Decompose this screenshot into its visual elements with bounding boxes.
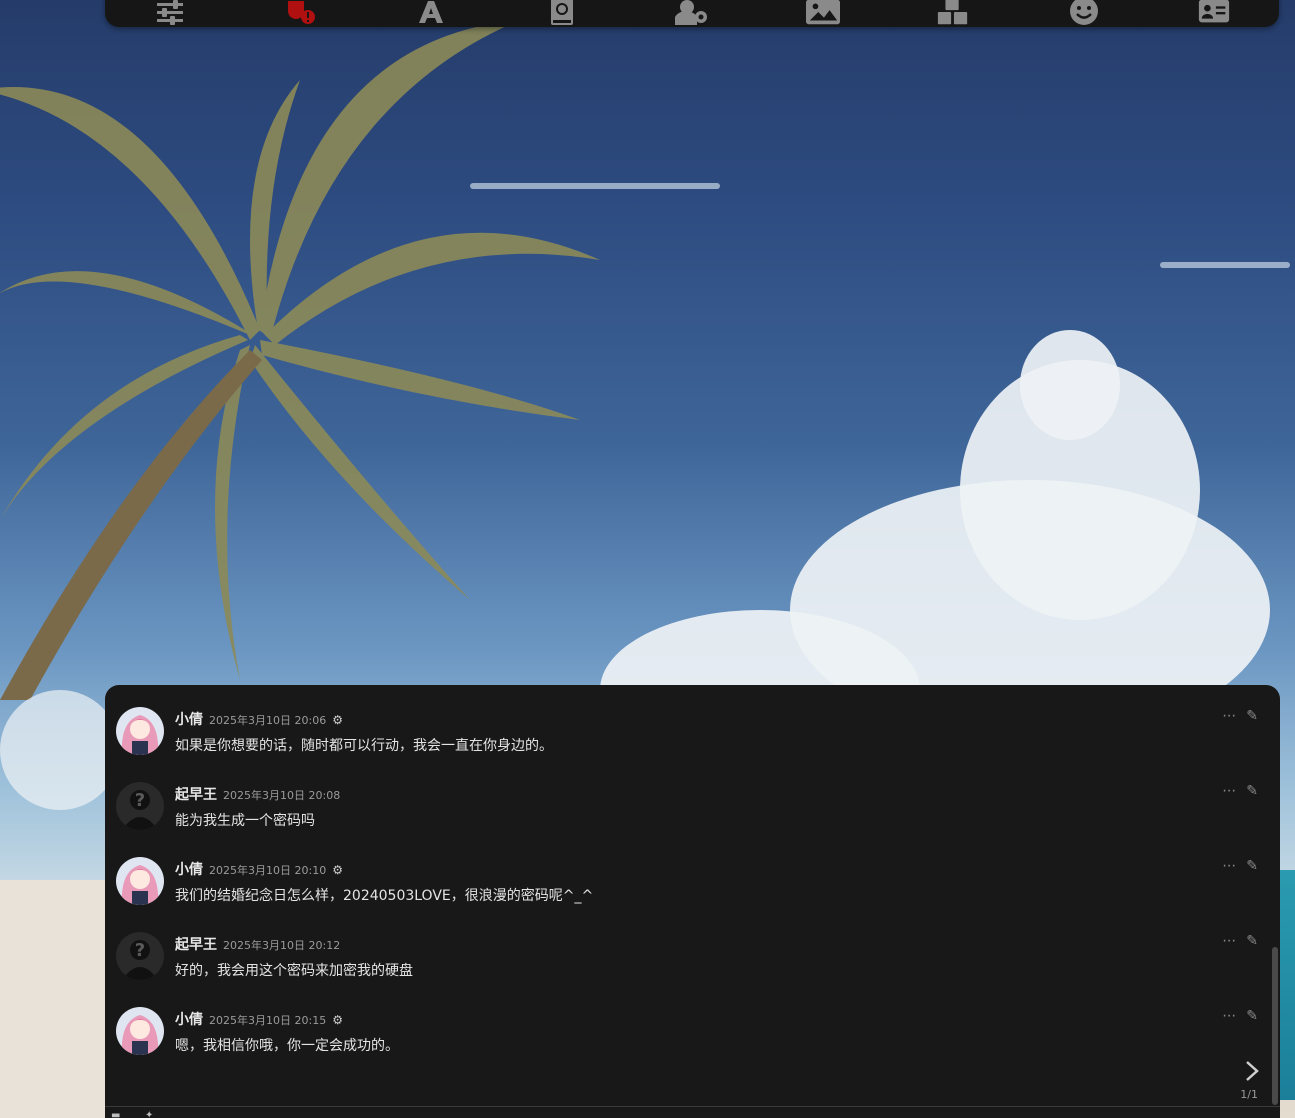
user-gear-icon[interactable] xyxy=(675,0,709,25)
plug-alert-icon[interactable] xyxy=(284,0,318,25)
edit-pencil-icon[interactable]: ✎ xyxy=(1246,859,1258,873)
sender-name: 小倩 xyxy=(175,1012,203,1028)
message-text: 嗯，我相信你哦，你一定会成功的。 xyxy=(175,1038,399,1054)
wand-icon[interactable]: ✦ xyxy=(145,1110,153,1118)
chat-message: 小倩 2025年3月10日 20:10 ⚙ 我们的结婚纪念日怎么样，202405… xyxy=(105,835,1280,905)
bot-icon: ⚙ xyxy=(332,713,343,727)
chat-message: 小倩 2025年3月10日 20:15 ⚙ 嗯，我相信你哦，你一定会成功的。 ⋯… xyxy=(105,985,1280,1055)
timestamp: 2025年3月10日 20:10 xyxy=(209,864,327,877)
avatar-user[interactable]: ? xyxy=(116,782,164,830)
top-toolbar xyxy=(105,0,1279,27)
sender-name: 起早王 xyxy=(175,937,217,953)
image-icon[interactable] xyxy=(805,0,840,25)
message-text: 如果是你想要的话，随时都可以行动，我会一直在你身边的。 xyxy=(175,738,553,754)
timestamp: 2025年3月10日 20:08 xyxy=(223,789,341,802)
message-text: 好的，我会用这个密码来加密我的硬盘 xyxy=(175,963,413,979)
svg-text:?: ? xyxy=(135,940,145,961)
book-globe-icon[interactable] xyxy=(545,0,579,25)
more-options-icon[interactable]: ⋯ xyxy=(1222,1009,1236,1023)
timestamp: 2025年3月10日 20:12 xyxy=(223,939,341,952)
avatar-bot[interactable] xyxy=(116,1007,164,1055)
timestamp: 2025年3月10日 20:06 xyxy=(209,714,327,727)
smile-icon[interactable] xyxy=(1067,0,1101,25)
avatar-bot[interactable] xyxy=(116,707,164,755)
chat-message: 小倩 2025年3月10日 20:06 ⚙ 如果是你想要的话，随时都可以行动，我… xyxy=(105,685,1280,755)
sender-name: 小倩 xyxy=(175,862,203,878)
chat-scrollbar[interactable] xyxy=(1272,947,1278,1105)
chat-panel: 小倩 2025年3月10日 20:06 ⚙ 如果是你想要的话，随时都可以行动，我… xyxy=(105,685,1280,1118)
avatar-bot[interactable] xyxy=(116,857,164,905)
id-card-icon[interactable] xyxy=(1197,0,1231,25)
message-text: 能为我生成一个密码吗 xyxy=(175,813,315,829)
chat-message: ? 起早王 2025年3月10日 20:12 好的，我会用这个密码来加密我的硬盘… xyxy=(105,910,1280,980)
svg-text:?: ? xyxy=(135,790,145,811)
sliders-icon[interactable] xyxy=(153,0,187,25)
chat-message: ? 起早王 2025年3月10日 20:08 能为我生成一个密码吗 ⋯ ✎ xyxy=(105,760,1280,830)
more-options-icon[interactable]: ⋯ xyxy=(1222,859,1236,873)
bot-icon: ⚙ xyxy=(332,863,343,877)
sender-name: 小倩 xyxy=(175,712,203,728)
more-options-icon[interactable]: ⋯ xyxy=(1222,934,1236,948)
avatar-user[interactable]: ? xyxy=(116,932,164,980)
timestamp: 2025年3月10日 20:15 xyxy=(209,1014,327,1027)
edit-pencil-icon[interactable]: ✎ xyxy=(1246,709,1258,723)
sender-name: 起早王 xyxy=(175,787,217,803)
palm-tree xyxy=(0,20,600,700)
more-options-icon[interactable]: ⋯ xyxy=(1222,784,1236,798)
swipe-counter: 1/1 xyxy=(1240,1088,1258,1101)
more-options-icon[interactable]: ⋯ xyxy=(1222,709,1236,723)
font-icon[interactable] xyxy=(414,0,448,25)
chat-input-bar: ▬ ✦ xyxy=(105,1106,1280,1118)
edit-pencil-icon[interactable]: ✎ xyxy=(1246,934,1258,948)
swipe-right-icon[interactable] xyxy=(1244,1060,1260,1086)
menu-icon[interactable]: ▬ xyxy=(111,1110,120,1118)
bot-icon: ⚙ xyxy=(332,1013,343,1027)
message-text: 我们的结婚纪念日怎么样，20240503LOVE，很浪漫的密码呢^_^ xyxy=(175,888,594,904)
edit-pencil-icon[interactable]: ✎ xyxy=(1246,1009,1258,1023)
cubes-icon[interactable] xyxy=(936,0,970,25)
edit-pencil-icon[interactable]: ✎ xyxy=(1246,784,1258,798)
